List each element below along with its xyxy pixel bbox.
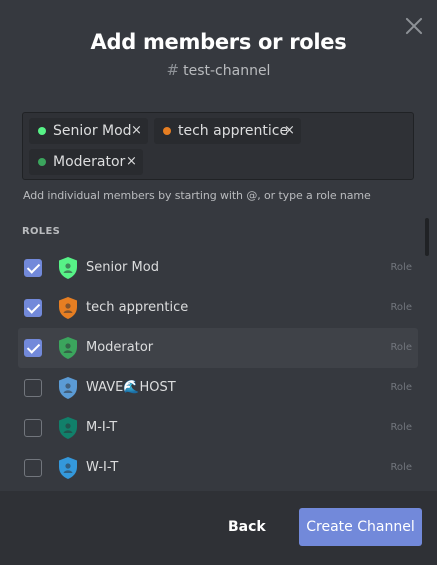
- shield-icon: [59, 417, 77, 439]
- role-color-dot: [38, 158, 46, 166]
- role-row[interactable]: Moderator Role: [18, 328, 418, 368]
- role-type-label: Role: [390, 462, 412, 473]
- modal-title: Add members or roles: [90, 30, 347, 54]
- selected-tag: Senior Mod ×: [29, 118, 148, 144]
- role-row[interactable]: W-I-T Role: [18, 448, 418, 488]
- shield-icon: [59, 337, 77, 359]
- channel-name: test-channel: [183, 63, 271, 79]
- shield-icon: [59, 297, 77, 319]
- create-channel-button[interactable]: Create Channel: [299, 508, 422, 546]
- role-name: Senior Mod: [86, 260, 159, 275]
- member-search-input[interactable]: Senior Mod × tech apprentice × Moderator…: [22, 112, 414, 180]
- role-name: M-I-T: [86, 420, 118, 435]
- hash-icon: #: [166, 61, 180, 79]
- role-type-label: Role: [390, 302, 412, 313]
- shield-icon: [59, 377, 77, 399]
- shield-icon: [59, 457, 77, 479]
- role-name: Moderator: [86, 340, 154, 355]
- tag-label: Moderator: [53, 154, 126, 170]
- remove-tag-icon[interactable]: ×: [131, 118, 142, 144]
- role-color-dot: [38, 127, 46, 135]
- selected-tag: tech apprentice ×: [154, 118, 301, 144]
- tag-label: tech apprentice: [178, 123, 289, 139]
- role-checkbox[interactable]: [24, 299, 42, 317]
- role-type-label: Role: [390, 382, 412, 393]
- role-row[interactable]: Senior Mod Role: [18, 248, 418, 288]
- selected-tag: Moderator ×: [29, 149, 143, 175]
- add-members-modal: Add members or roles # test-channel Senio…: [0, 0, 437, 565]
- role-name: WAVE🌊HOST: [86, 380, 176, 395]
- role-row[interactable]: tech apprentice Role: [18, 288, 418, 328]
- back-button[interactable]: Back: [228, 519, 266, 535]
- channel-subtitle: # test-channel: [0, 61, 437, 79]
- role-checkbox[interactable]: [24, 379, 42, 397]
- modal-footer: Back Create Channel: [0, 491, 437, 565]
- role-row[interactable]: M-I-T Role: [18, 408, 418, 448]
- role-checkbox[interactable]: [24, 259, 42, 277]
- remove-tag-icon[interactable]: ×: [126, 149, 137, 175]
- tag-label: Senior Mod: [53, 123, 132, 139]
- remove-tag-icon[interactable]: ×: [284, 118, 295, 144]
- role-color-dot: [163, 127, 171, 135]
- role-type-label: Role: [390, 422, 412, 433]
- role-row[interactable]: WAVE🌊HOST Role: [18, 368, 418, 408]
- search-hint: Add individual members by starting with …: [23, 189, 371, 202]
- role-checkbox[interactable]: [24, 459, 42, 477]
- roles-section-header: ROLES: [22, 226, 61, 237]
- role-name: W-I-T: [86, 460, 119, 475]
- role-checkbox[interactable]: [24, 339, 42, 357]
- role-type-label: Role: [390, 262, 412, 273]
- scrollbar-thumb[interactable]: [425, 218, 429, 256]
- role-checkbox[interactable]: [24, 419, 42, 437]
- role-type-label: Role: [390, 342, 412, 353]
- role-name: tech apprentice: [86, 300, 189, 315]
- shield-icon: [59, 257, 77, 279]
